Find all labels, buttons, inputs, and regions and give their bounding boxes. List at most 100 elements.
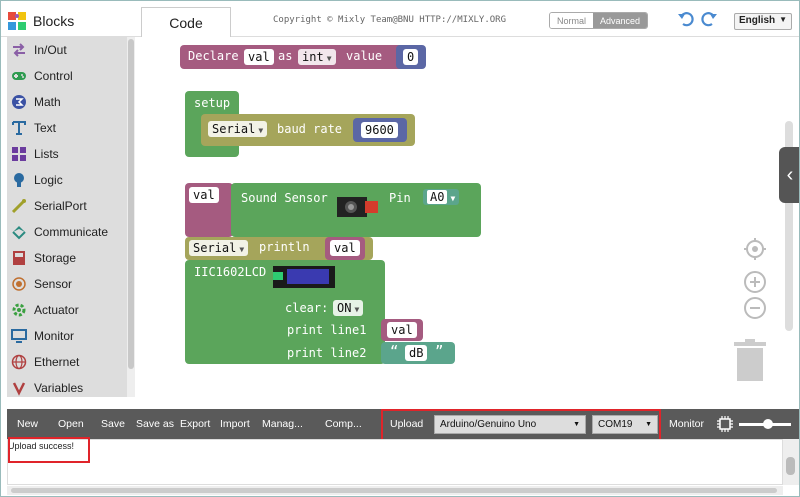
export-button[interactable]: Export — [180, 409, 210, 439]
sidebar-item-label: Actuator — [34, 303, 79, 317]
sidebar-scrollbar-thumb[interactable] — [128, 39, 134, 369]
mode-advanced-button[interactable]: Advanced — [593, 13, 648, 28]
tab-blocks[interactable]: Blocks — [7, 7, 132, 35]
sidebar-item-label: Storage — [34, 251, 77, 265]
sidebar-item-math[interactable]: Math — [7, 89, 127, 115]
assign-var-field[interactable]: val — [189, 187, 219, 203]
sidebar-scrollbar[interactable] — [127, 37, 135, 397]
sidebar-item-text[interactable]: Text — [7, 115, 127, 141]
sidebar-item-variables[interactable]: Variables — [7, 375, 127, 397]
zoom-slider-handle[interactable] — [763, 419, 773, 429]
sound-sensor-module-icon — [337, 197, 378, 217]
assign-val-block[interactable]: val — [185, 183, 233, 237]
globe-icon — [11, 354, 27, 370]
lcd-clear-label: clear: — [285, 301, 329, 315]
console-scrollbar-thumb[interactable] — [786, 457, 795, 475]
declare-block[interactable]: Declare val as int ▼ value — [180, 45, 416, 69]
mixly-window: Blocks Code Copyright © Mixly Team@BNU H… — [0, 0, 800, 497]
save-as-button[interactable]: Save as — [136, 409, 174, 439]
println-serial-dropdown[interactable]: Serial ▼ — [189, 240, 249, 256]
port-select[interactable]: COM19 ▼ — [592, 415, 658, 434]
import-button[interactable]: Import — [220, 409, 250, 439]
lcd-clear-dropdown[interactable]: ON ▼ — [333, 300, 364, 316]
tab-code[interactable]: Code — [141, 7, 231, 37]
sidebar-item-label: Math — [34, 95, 61, 109]
sidebar-item-in-out[interactable]: In/Out — [7, 37, 127, 63]
collapse-panel-chevron-icon[interactable]: ‹ — [779, 147, 799, 203]
sidebar-item-lists[interactable]: Lists — [7, 141, 127, 167]
undo-icon[interactable] — [677, 11, 695, 27]
println-arg-field[interactable]: val — [330, 240, 360, 256]
save-button[interactable]: Save — [101, 409, 125, 439]
sidebar-item-ethernet[interactable]: Ethernet — [7, 349, 127, 375]
console-scrollbar[interactable] — [783, 439, 799, 485]
zoom-out-icon[interactable] — [743, 296, 767, 320]
sidebar-item-label: Sensor — [34, 277, 73, 291]
category-sidebar: In/Out Control Math Text Lists Logic Ser… — [7, 37, 127, 397]
console-scrollbar-horizontal[interactable] — [7, 486, 783, 495]
sidebar-item-sensor[interactable]: Sensor — [7, 271, 127, 297]
sidebar-item-communicate[interactable]: Communicate — [7, 219, 127, 245]
new-button[interactable]: New — [17, 409, 38, 439]
sidebar-item-storage[interactable]: Storage — [7, 245, 127, 271]
sidebar-item-label: Monitor — [34, 329, 75, 343]
serial-value: Serial — [212, 122, 256, 136]
line2-text-block[interactable]: “ dB ” — [381, 342, 455, 364]
communicate-icon — [11, 224, 27, 240]
mode-toggle[interactable]: Normal Advanced — [549, 12, 649, 29]
baud-value-field[interactable]: 9600 — [361, 122, 398, 138]
lcd-label: IIC1602LCD — [194, 265, 267, 279]
setup-label: setup — [194, 96, 231, 110]
board-select[interactable]: Arduino/Genuino Uno ▼ — [434, 415, 586, 434]
lcd-block[interactable]: IIC1602LCD clear: ON ▼ print line1 print … — [185, 260, 385, 364]
upload-button[interactable]: Upload — [390, 409, 423, 439]
trash-icon[interactable] — [734, 339, 766, 381]
recenter-icon[interactable] — [743, 237, 767, 261]
tab-blocks-label: Blocks — [33, 13, 75, 29]
top-bar: Blocks Code Copyright © Mixly Team@BNU H… — [1, 1, 799, 37]
line1-value-field[interactable]: val — [387, 322, 417, 338]
sidebar-item-label: Communicate — [34, 225, 109, 239]
language-select[interactable]: English ▼ — [734, 13, 792, 30]
open-quote-icon: “ — [390, 344, 399, 360]
chevron-down-icon: ▼ — [326, 54, 332, 63]
compile-button[interactable]: Comp... — [325, 409, 362, 439]
sidebar-item-actuator[interactable]: Actuator — [7, 297, 127, 323]
sidebar-item-label: Ethernet — [34, 355, 80, 369]
sidebar-item-logic[interactable]: Logic — [7, 167, 127, 193]
math-icon — [11, 94, 27, 110]
sound-sensor-block[interactable]: Sound Sensor Pin A0 ▼ — [231, 183, 481, 237]
println-serial-value: Serial — [193, 241, 237, 255]
manage-button[interactable]: Manag... — [262, 409, 303, 439]
redo-icon[interactable] — [700, 11, 718, 27]
variables-icon — [11, 380, 27, 396]
println-var-block[interactable]: val — [325, 237, 365, 260]
sensor-icon — [11, 276, 27, 292]
line2-value-field[interactable]: dB — [405, 345, 428, 361]
pin-dropdown[interactable]: A0 ▼ — [423, 189, 460, 205]
open-button[interactable]: Open — [58, 409, 84, 439]
declare-value-field[interactable]: 0 — [403, 49, 419, 65]
sidebar-item-control[interactable]: Control — [7, 63, 127, 89]
blocks-workspace[interactable]: Declare val as int ▼ value 0 setup Serial… — [135, 37, 799, 399]
chevron-down-icon: ▼ — [779, 15, 787, 24]
sidebar-item-serialport[interactable]: SerialPort — [7, 193, 127, 219]
declare-keyword: Declare — [188, 49, 239, 63]
chevron-down-icon: ▼ — [354, 305, 360, 314]
chip-icon[interactable] — [717, 416, 733, 432]
declare-type-dropdown[interactable]: int ▼ — [298, 49, 336, 65]
zoom-in-icon[interactable] — [743, 270, 767, 294]
mode-normal-button[interactable]: Normal — [550, 13, 594, 28]
baud-number-block[interactable]: 9600 — [353, 118, 407, 142]
serial-dropdown[interactable]: Serial ▼ — [208, 121, 268, 137]
monitor-button[interactable]: Monitor — [669, 409, 704, 439]
number-block[interactable]: 0 — [396, 45, 426, 69]
line1-var-block[interactable]: val — [381, 319, 423, 341]
console-highlight-box — [8, 437, 90, 463]
monitor-icon — [11, 328, 27, 344]
sidebar-item-monitor[interactable]: Monitor — [7, 323, 127, 349]
declare-var-field[interactable]: val — [244, 49, 274, 65]
actuator-icon — [11, 302, 27, 318]
console-scrollbar-horizontal-thumb[interactable] — [11, 488, 777, 493]
puzzle-logo-icon — [8, 12, 26, 30]
